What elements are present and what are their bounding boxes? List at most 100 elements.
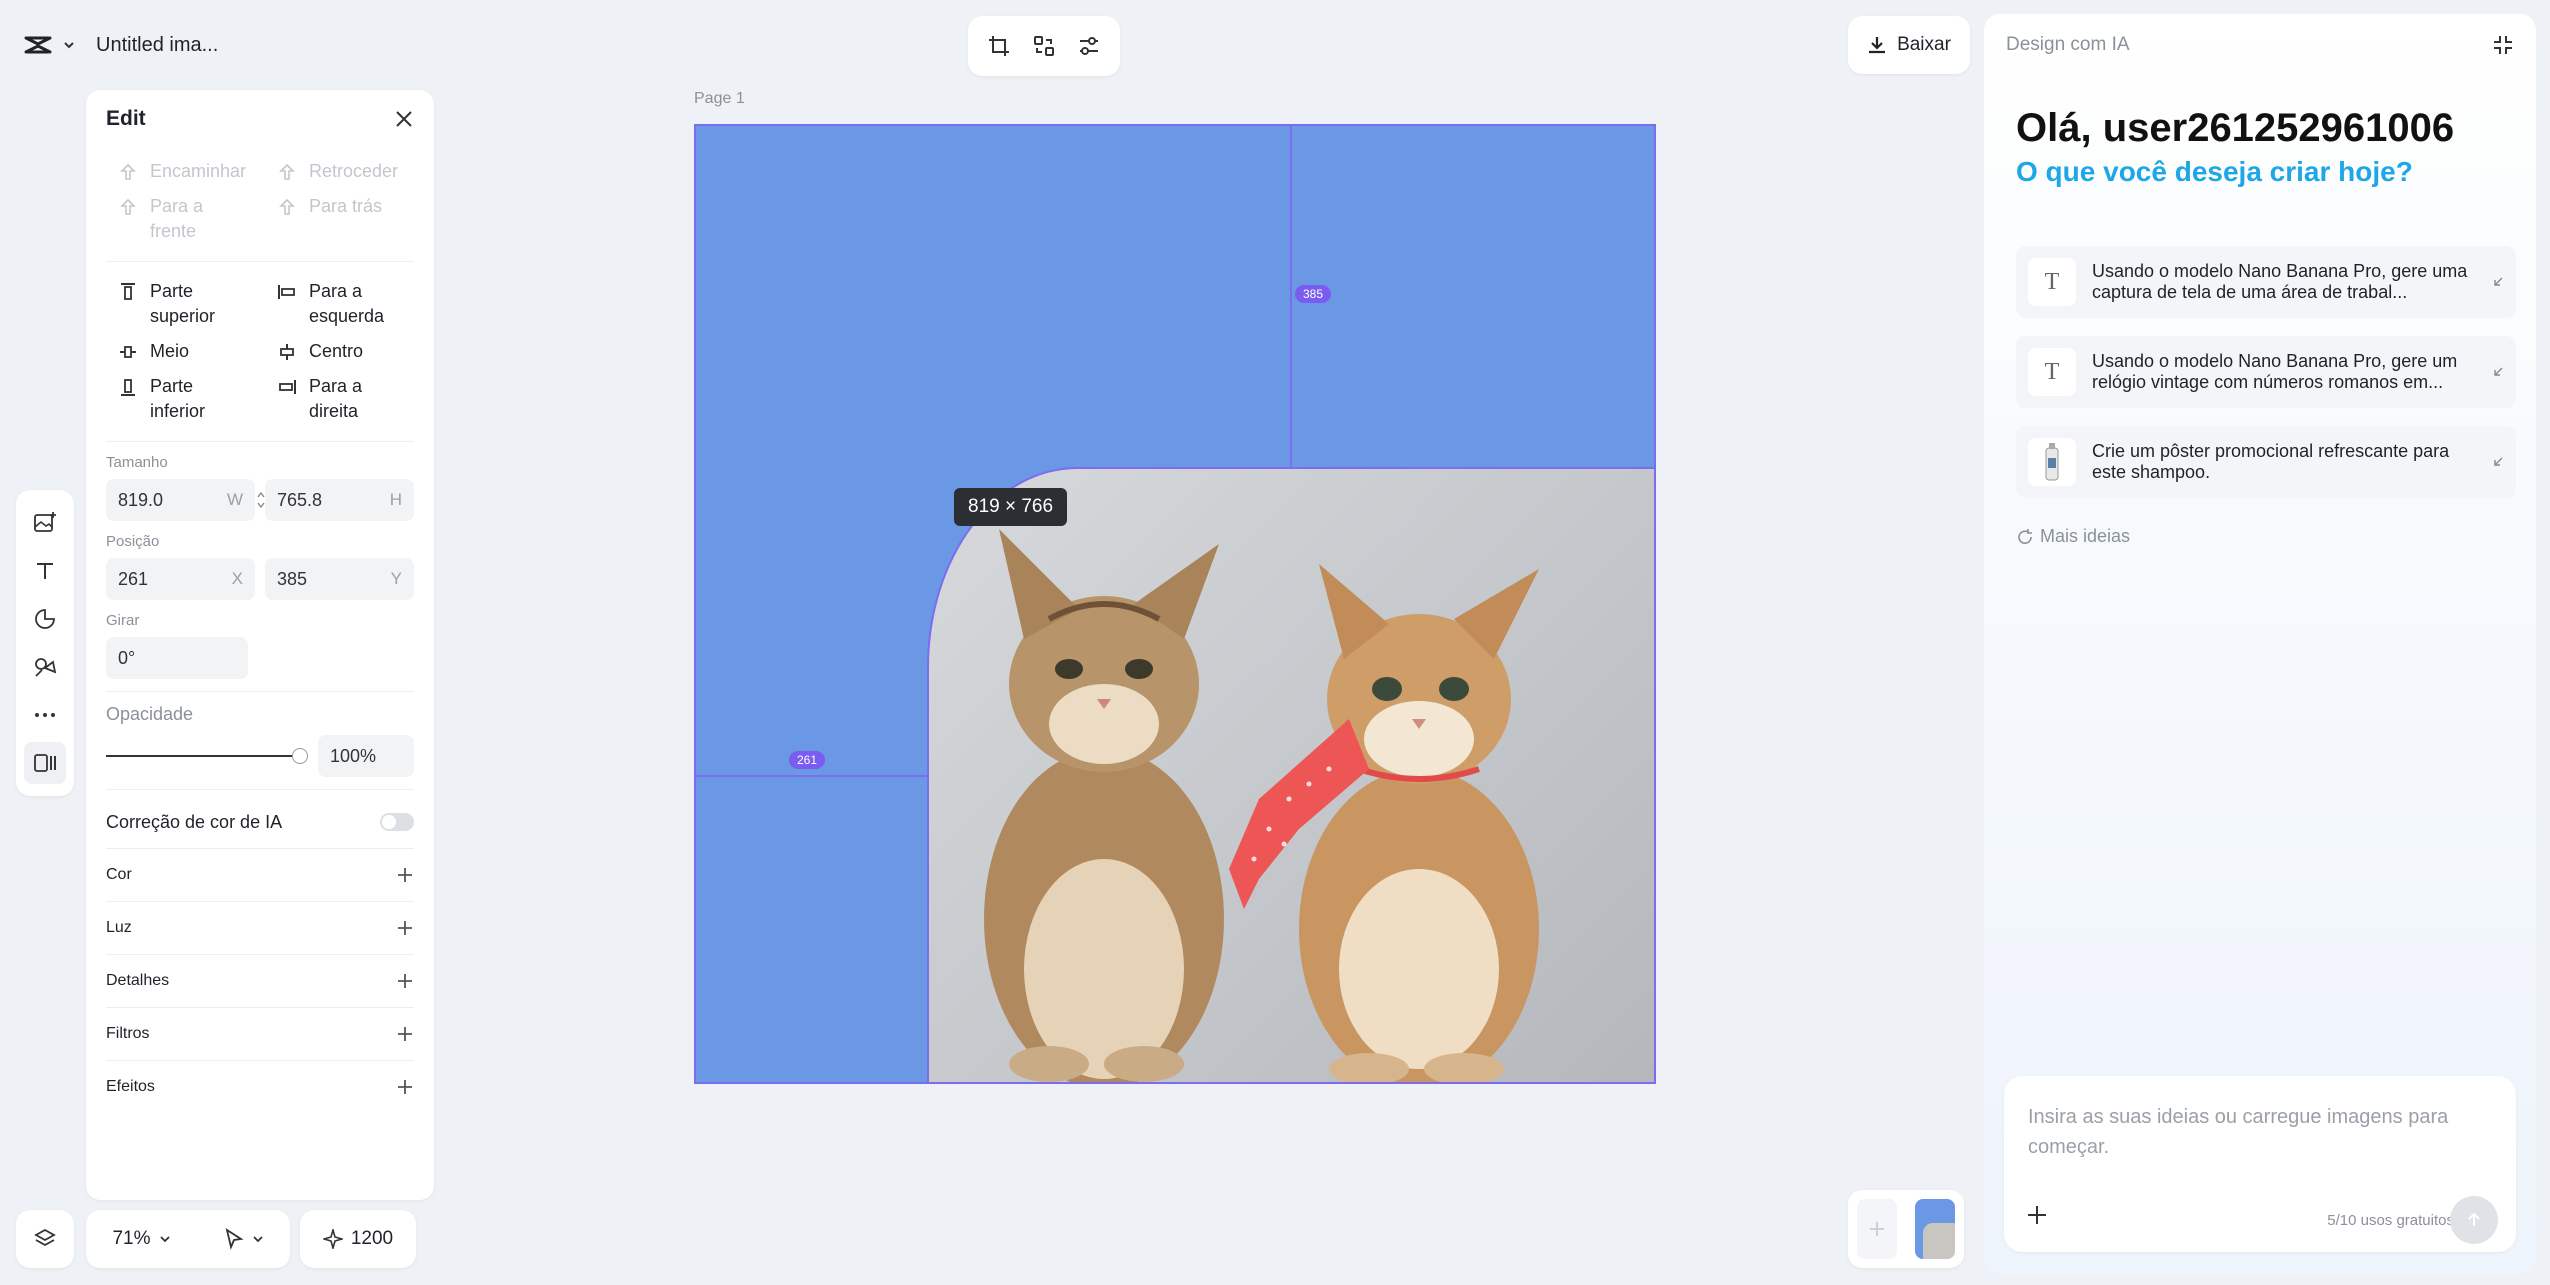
- align-top-icon: [118, 279, 138, 304]
- chevron-down-icon: [159, 1236, 170, 1243]
- plus-icon: [398, 1080, 412, 1094]
- send-backward-icon: [277, 159, 297, 184]
- edit-title: Edit: [106, 107, 146, 130]
- plus-icon: [398, 974, 412, 988]
- shapes-button[interactable]: [24, 598, 66, 640]
- color-section[interactable]: Cor: [106, 848, 414, 901]
- credits-button[interactable]: 1200: [300, 1210, 416, 1268]
- layers-icon: [34, 1228, 56, 1247]
- add-attachment-icon[interactable]: [2026, 1204, 2048, 1226]
- page-label: Page 1: [694, 90, 745, 107]
- align-left-button[interactable]: Para a esquerda: [265, 274, 414, 334]
- elements-icon: [35, 658, 57, 677]
- ai-color-label: Correção de cor de IA: [106, 811, 283, 832]
- align-group: Parte superior Para a esquerda Meio Cent…: [106, 274, 414, 429]
- more-icon: [35, 713, 55, 717]
- shampoo-thumbnail: [2028, 438, 2076, 486]
- more-tools-button[interactable]: [24, 694, 66, 736]
- send-to-back-button[interactable]: Para trás: [265, 189, 414, 249]
- details-section[interactable]: Detalhes: [106, 954, 414, 1007]
- idea-card[interactable]: T Usando o modelo Nano Banana Pro, gere …: [2016, 336, 2516, 408]
- elements-button[interactable]: [24, 646, 66, 688]
- document-title[interactable]: Untitled ima...: [96, 34, 218, 57]
- text-icon: [37, 563, 53, 579]
- light-section[interactable]: Luz: [106, 901, 414, 954]
- effects-section[interactable]: Efeitos: [106, 1060, 414, 1113]
- shapes-icon: [35, 609, 55, 629]
- pages-tray: [1848, 1190, 1964, 1268]
- opacity-slider-handle[interactable]: [292, 748, 308, 764]
- idea-card[interactable]: T Usando o modelo Nano Banana Pro, gere …: [2016, 246, 2516, 318]
- add-image-button[interactable]: [24, 502, 66, 544]
- height-field[interactable]: 765.8 H: [265, 479, 414, 521]
- text-icon: T: [2028, 348, 2076, 396]
- close-icon[interactable]: [394, 109, 414, 129]
- app-menu-button[interactable]: [24, 34, 76, 56]
- topbar-left: Untitled ima...: [16, 16, 242, 74]
- crop-icon: [988, 36, 1009, 56]
- filters-section[interactable]: Filtros: [106, 1007, 414, 1060]
- idea-card[interactable]: Crie um pôster promocional refrescante p…: [2016, 426, 2516, 498]
- download-button[interactable]: Baixar: [1848, 16, 1970, 74]
- align-right-icon: [277, 374, 297, 399]
- image-toolbar: [968, 16, 1120, 76]
- layers-button[interactable]: [16, 1210, 74, 1268]
- send-to-back-icon: [277, 194, 297, 219]
- align-right-button[interactable]: Para a direita: [265, 369, 414, 429]
- position-label: Posição: [106, 533, 160, 550]
- arrange-group: Encaminhar Retroceder Para a frente Para…: [106, 154, 414, 249]
- send-backward-button[interactable]: Retroceder: [265, 154, 414, 189]
- y-field[interactable]: 385 Y: [265, 558, 414, 600]
- align-top-button[interactable]: Parte superior: [106, 274, 255, 334]
- align-left-icon: [277, 279, 297, 304]
- replace-button[interactable]: [1024, 26, 1064, 66]
- width-field[interactable]: 819.0 W: [106, 479, 255, 521]
- kittens-illustration: [984, 529, 1539, 1082]
- divider: [106, 441, 414, 442]
- text-tool-button[interactable]: [24, 550, 66, 592]
- x-field[interactable]: 261 X: [106, 558, 255, 600]
- divider: [106, 261, 414, 262]
- arrow-insert-icon: [2494, 277, 2503, 286]
- size-label: Tamanho: [106, 454, 168, 471]
- selected-image-kittens[interactable]: [927, 467, 1656, 1084]
- collapse-icon[interactable]: [2492, 34, 2514, 56]
- crop-button[interactable]: [979, 26, 1019, 66]
- ai-color-toggle[interactable]: [380, 813, 414, 831]
- opacity-field[interactable]: 100%: [318, 735, 414, 777]
- bring-to-front-button[interactable]: Para a frente: [106, 189, 255, 249]
- chevron-down-icon: [64, 42, 74, 49]
- page-thumbnail[interactable]: [1915, 1199, 1955, 1259]
- send-button[interactable]: [2450, 1196, 2498, 1244]
- adjust-button[interactable]: [1069, 26, 1109, 66]
- bring-forward-icon: [118, 159, 138, 184]
- ai-panel-header: Design com IA: [2006, 34, 2130, 55]
- text-icon: T: [2028, 258, 2076, 306]
- align-middle-button[interactable]: Meio: [106, 334, 255, 369]
- bring-forward-button[interactable]: Encaminhar: [106, 154, 255, 189]
- more-ideas-button[interactable]: Mais ideias: [2016, 526, 2130, 547]
- zoom-dropdown[interactable]: 71%: [112, 1228, 170, 1250]
- edit-header: Edit: [106, 90, 414, 148]
- align-bottom-button[interactable]: Parte inferior: [106, 369, 255, 429]
- lock-ratio-icon[interactable]: [256, 491, 266, 509]
- align-center-button[interactable]: Centro: [265, 334, 414, 369]
- arrow-up-icon: [2468, 1212, 2480, 1226]
- refresh-icon: [2018, 528, 2032, 544]
- distance-guide-left: [694, 775, 927, 777]
- download-icon: [1869, 37, 1886, 54]
- credits-count: 1200: [350, 1228, 394, 1249]
- plus-icon: [398, 921, 412, 935]
- download-label: Baixar: [1897, 34, 1951, 55]
- subgreeting: O que você deseja criar hoje?: [2016, 156, 2413, 187]
- opacity-slider[interactable]: [106, 748, 308, 764]
- prompt-input[interactable]: [2026, 1100, 2490, 1174]
- pointer-tool-dropdown[interactable]: [224, 1228, 264, 1250]
- opacity-row: 100%: [106, 735, 414, 777]
- rotate-field[interactable]: 0°: [106, 637, 248, 679]
- ai-color-row: Correção de cor de IA: [106, 802, 414, 842]
- edit-panel-toggle[interactable]: [24, 742, 66, 784]
- zoom-level: 71%: [112, 1228, 151, 1249]
- capcut-logo-icon: [24, 36, 52, 54]
- add-page-button[interactable]: [1857, 1199, 1897, 1259]
